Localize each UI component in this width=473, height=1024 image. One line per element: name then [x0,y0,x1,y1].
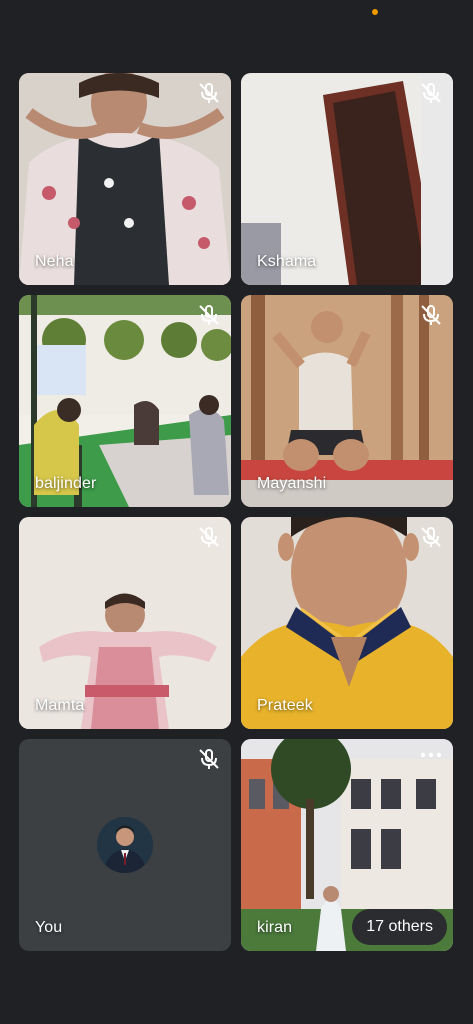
participant-name: You [35,919,63,936]
more-options-icon[interactable] [419,749,443,761]
mic-off-icon[interactable] [197,747,221,771]
participant-tile-kiran[interactable]: kiran 17 others [241,739,453,951]
participant-name: Kshama [257,253,317,270]
participant-name: kiran [257,919,293,936]
mic-off-icon [199,305,219,325]
participant-tile-baljinder[interactable]: baljinder [19,295,231,507]
participant-tile-self[interactable]: You [19,739,231,951]
participant-name: Prateek [257,697,313,714]
participant-tile-mamta[interactable]: Mamta [19,517,231,729]
participant-name: Mamta [35,697,85,714]
participant-name: baljinder [35,475,97,492]
mic-off-icon [199,527,219,547]
participant-grid: Neha Kshama baljinder Mayanshi Mamta Pra… [19,73,453,951]
mic-off-icon [199,83,219,103]
participant-name: Neha [35,253,74,270]
others-count-button[interactable]: 17 others [352,909,447,945]
recording-indicator-dot [372,9,378,15]
mic-off-icon [421,527,441,547]
participant-tile-kshama[interactable]: Kshama [241,73,453,285]
mic-off-icon [421,305,441,325]
participant-name: Mayanshi [257,475,327,492]
avatar [97,817,153,873]
participant-tile-neha[interactable]: Neha [19,73,231,285]
participant-tile-mayanshi[interactable]: Mayanshi [241,295,453,507]
mic-off-icon [421,83,441,103]
participant-tile-prateek[interactable]: Prateek [241,517,453,729]
